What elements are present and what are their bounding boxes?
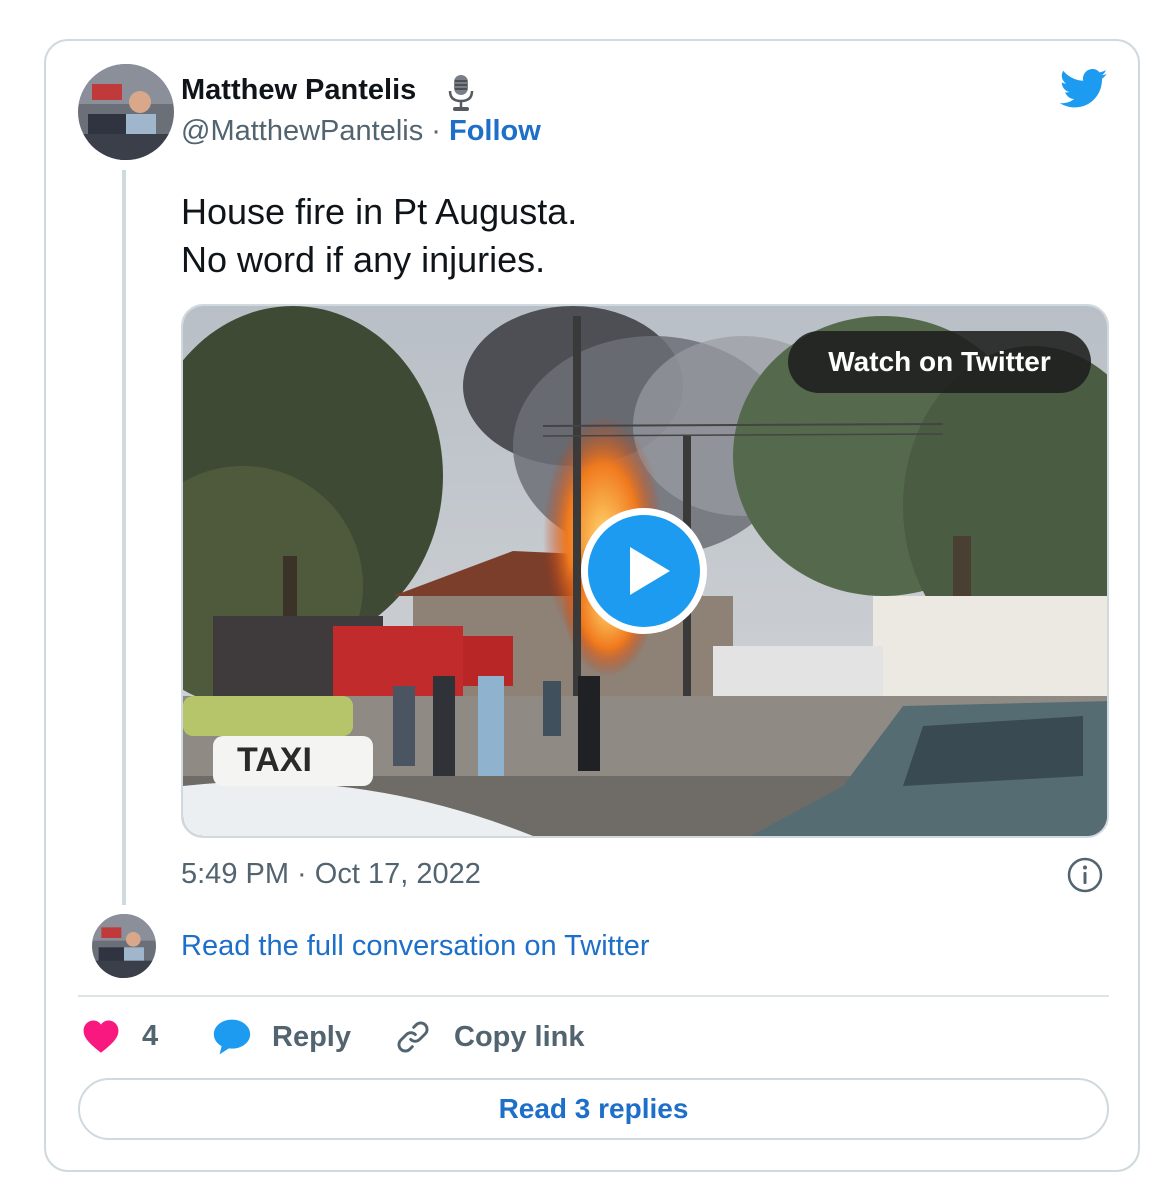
copy-link-button[interactable]: Copy link [394,1018,585,1056]
reply-label: Reply [272,1020,351,1053]
like-button[interactable]: 4 [82,1018,158,1054]
conversation-avatar[interactable] [92,914,156,978]
watch-on-twitter-button[interactable]: Watch on Twitter [788,331,1091,393]
copy-link-label: Copy link [454,1020,585,1053]
like-count: 4 [142,1019,159,1052]
read-full-conversation-link[interactable]: Read the full conversation on Twitter [181,930,650,963]
info-icon[interactable] [1067,857,1103,898]
follow-button[interactable]: Follow [449,115,541,147]
heart-icon [83,1020,119,1053]
tweet-line-1: House fire in Pt Augusta. [181,191,578,232]
tweet-line-2: No word if any injuries. [181,239,546,280]
taxi-sign: TAXI [237,741,312,779]
link-icon [397,1021,429,1053]
read-replies-button[interactable]: Read 3 replies [78,1078,1109,1140]
thread-line [122,170,126,905]
tweet-text: House fire in Pt Augusta. No word if any… [181,188,577,284]
author-name[interactable]: Matthew Pantelis [181,74,416,107]
twitter-bird-icon[interactable] [1059,69,1108,114]
reply-button[interactable]: Reply [212,1018,351,1056]
separator: · [423,115,449,147]
microphone-icon [447,73,475,118]
author-handle[interactable]: @MatthewPantelis [181,115,423,147]
author-avatar[interactable] [78,64,174,160]
tweet-timestamp[interactable]: 5:49 PM · Oct 17, 2022 [181,858,481,891]
author-handle-row: @MatthewPantelis · Follow [181,115,541,148]
divider [78,995,1109,997]
play-icon[interactable] [578,505,710,637]
reply-bubble-icon [213,1019,251,1055]
